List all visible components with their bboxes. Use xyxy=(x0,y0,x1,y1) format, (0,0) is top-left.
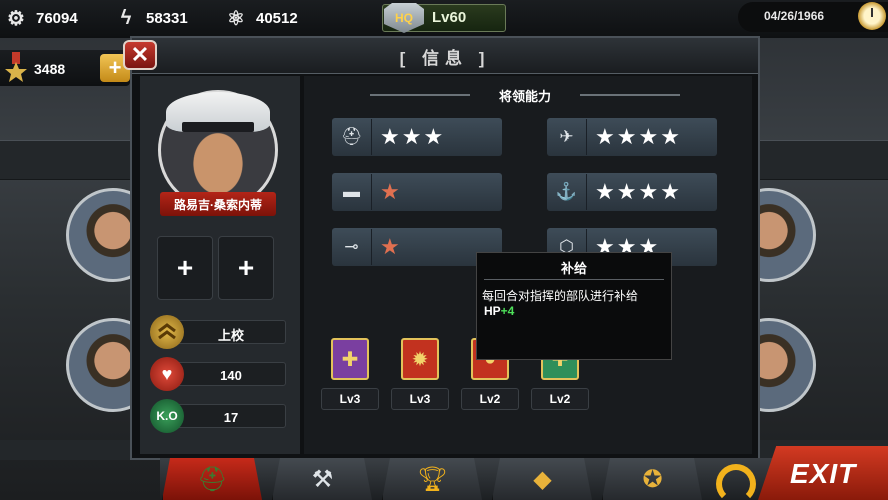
plus-icon: + xyxy=(176,252,194,283)
gear-resource: ⚙ 76094 xyxy=(2,4,78,32)
artillery-icon: ⊸ xyxy=(332,229,372,265)
close-button[interactable]: ✕ xyxy=(123,40,157,70)
exit-ring-icon xyxy=(716,464,756,500)
tank-icon: ▬ xyxy=(332,174,372,210)
gear-icon: ⚙ xyxy=(7,7,25,30)
equipment-slot-1[interactable]: + xyxy=(157,236,213,300)
ability-stars: ★ ★ ★ xyxy=(380,124,444,149)
tooltip-hp-label: HP xyxy=(484,304,501,318)
tooltip-hp: HP+4 xyxy=(484,304,514,318)
tooltip-description: 每回合对指挥的部队进行补给 xyxy=(482,289,639,303)
equipment-slot-2[interactable]: + xyxy=(218,236,274,300)
lightning-icon: ϟ xyxy=(120,6,132,29)
ko-value: 17 xyxy=(223,410,239,425)
tooltip-title: 补给 xyxy=(560,261,587,276)
tools-icon: ⚒ xyxy=(311,465,334,493)
tools-tab[interactable]: ⚒ xyxy=(272,458,372,500)
medal-level-1: Lv3 xyxy=(339,392,361,406)
general-cap-band xyxy=(182,122,254,132)
medal-value: 3488 xyxy=(34,61,66,77)
medal-tab-icon: ✪ xyxy=(642,465,663,493)
medal-badge-1[interactable]: ✚ xyxy=(331,338,369,380)
ability-stars: ★ ★ ★ ★ xyxy=(595,124,680,149)
panel-title: [ 信息 ] xyxy=(399,49,491,68)
medal-icon xyxy=(5,52,27,82)
close-icon: ✕ xyxy=(130,42,150,67)
atom-value: 40512 xyxy=(256,9,298,27)
airforce-icon: ✈ xyxy=(547,119,587,155)
trophy-icon: 🏆︎ xyxy=(417,465,448,493)
section-divider-right xyxy=(580,94,680,96)
ability-infantry[interactable]: ⛑ ★ ★ ★ xyxy=(332,118,502,156)
rank-value: 上校 xyxy=(217,328,244,343)
infantry-icon: ⛑ xyxy=(332,119,372,155)
tooltip-hp-value: +4 xyxy=(500,304,515,318)
ability-airforce[interactable]: ✈ ★ ★ ★ ★ xyxy=(547,118,717,156)
atom-resource: ⚛ 40512 xyxy=(222,4,298,32)
lightning-value: 58331 xyxy=(146,9,188,27)
medal-emblem-icon: ✚ xyxy=(341,348,359,371)
medal-level-4: Lv2 xyxy=(549,392,571,406)
general-tab[interactable]: ⛑ xyxy=(162,458,262,500)
diamond-icon: ◆ xyxy=(533,465,552,493)
abilities-title: 将领能力 xyxy=(498,89,551,104)
medal-badge-2[interactable]: ✹ xyxy=(401,338,439,380)
gear-value: 76094 xyxy=(36,9,78,27)
general-cap-icon: ⛑ xyxy=(197,465,228,493)
ability-stars: ★ xyxy=(380,179,400,204)
diamond-tab[interactable]: ◆ xyxy=(492,458,592,500)
medal-level-2: Lv3 xyxy=(409,392,431,406)
general-name: 路易吉·桑索内蒂 xyxy=(174,198,262,212)
hp-value: 140 xyxy=(220,368,242,383)
trophy-tab[interactable]: 🏆︎ xyxy=(382,458,482,500)
medal-tab[interactable]: ✪ xyxy=(602,458,702,500)
medal-emblem-icon: ✹ xyxy=(411,348,429,371)
date-text: 04/26/1966 xyxy=(764,9,825,23)
atom-icon: ⚛ xyxy=(227,7,245,30)
plus-icon: + xyxy=(237,252,255,283)
medal-level-3: Lv2 xyxy=(479,392,501,406)
tooltip-divider xyxy=(484,279,664,280)
ability-tank[interactable]: ▬ ★ xyxy=(332,173,502,211)
exit-label: EXIT xyxy=(790,458,857,489)
section-divider-left xyxy=(370,94,470,96)
ability-stars: ★ ★ ★ ★ xyxy=(595,179,680,204)
ability-stars: ★ xyxy=(380,234,400,259)
ability-navy[interactable]: ⚓ ★ ★ ★ ★ xyxy=(547,173,717,211)
navy-icon: ⚓ xyxy=(547,174,587,210)
clock-icon[interactable] xyxy=(858,2,886,30)
hq-level-text: Lv60 xyxy=(432,9,467,26)
lightning-resource: ϟ 58331 xyxy=(112,4,188,32)
